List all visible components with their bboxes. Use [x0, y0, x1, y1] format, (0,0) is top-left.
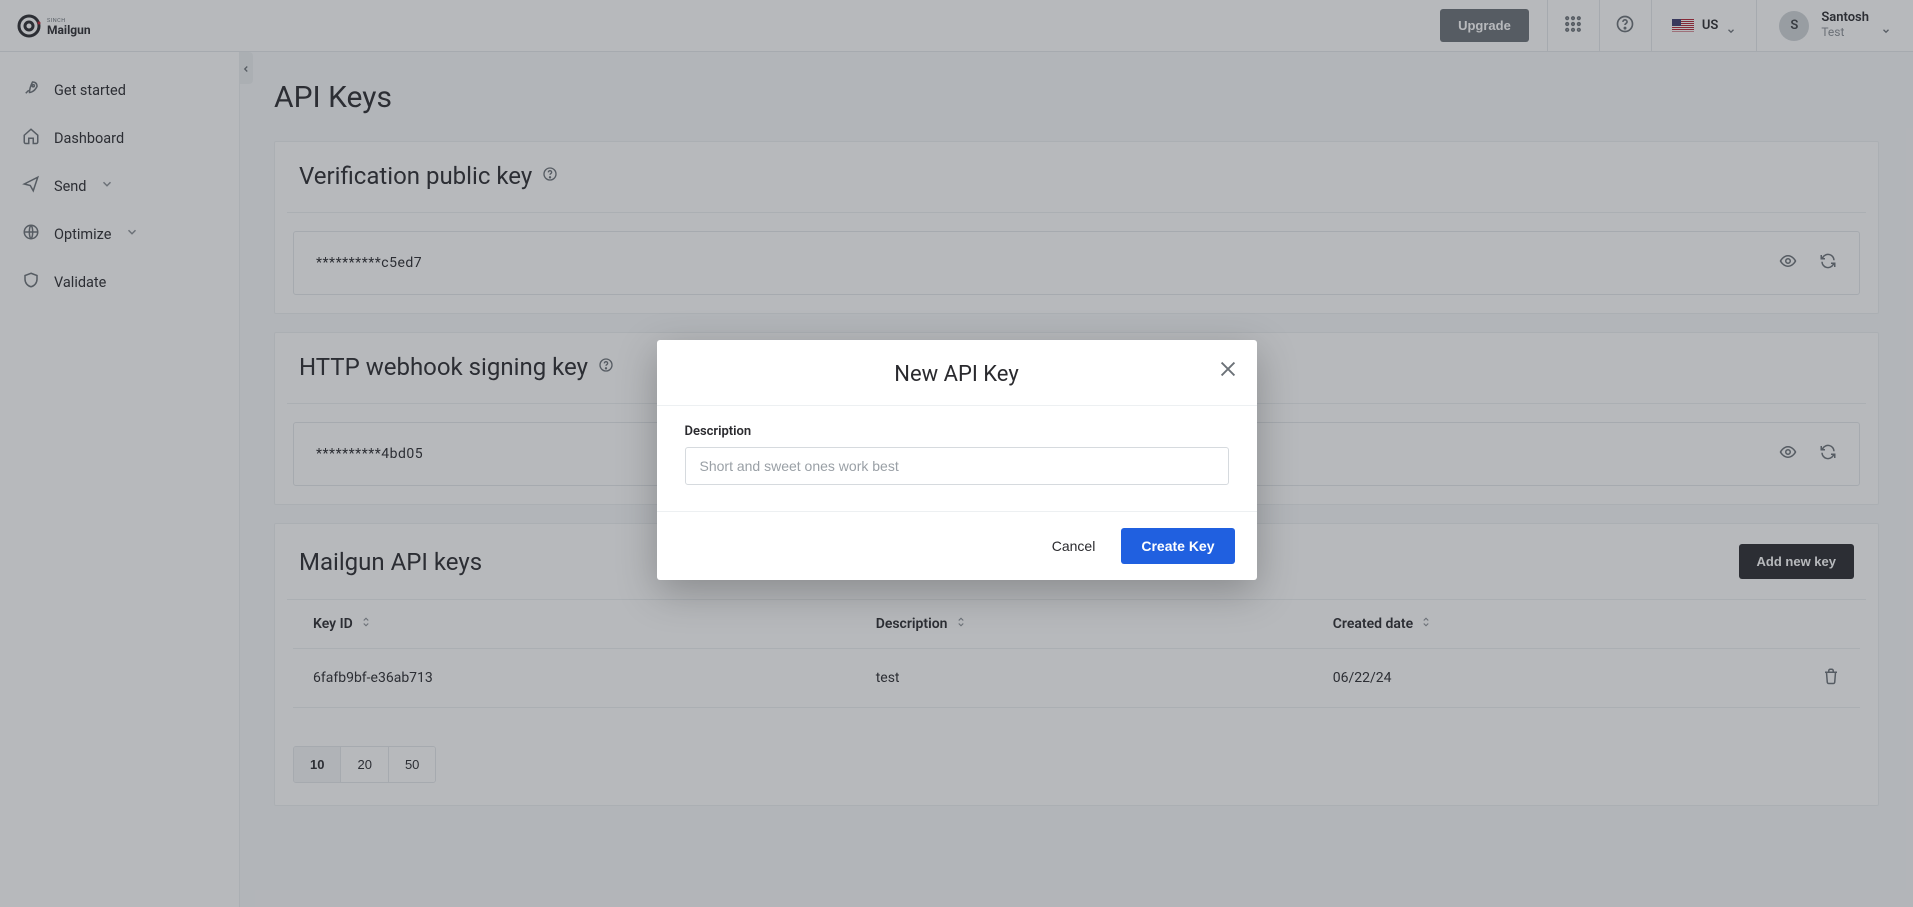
new-api-key-modal: New API Key Description Cancel Create Ke… [657, 340, 1257, 580]
close-icon [1217, 368, 1239, 383]
modal-backdrop[interactable]: New API Key Description Cancel Create Ke… [0, 0, 1913, 907]
modal-title: New API Key [681, 362, 1233, 387]
create-key-button[interactable]: Create Key [1121, 528, 1234, 564]
description-label: Description [685, 424, 1229, 439]
cancel-button[interactable]: Cancel [1044, 528, 1104, 564]
description-input[interactable] [685, 447, 1229, 485]
modal-close-button[interactable] [1217, 358, 1239, 383]
